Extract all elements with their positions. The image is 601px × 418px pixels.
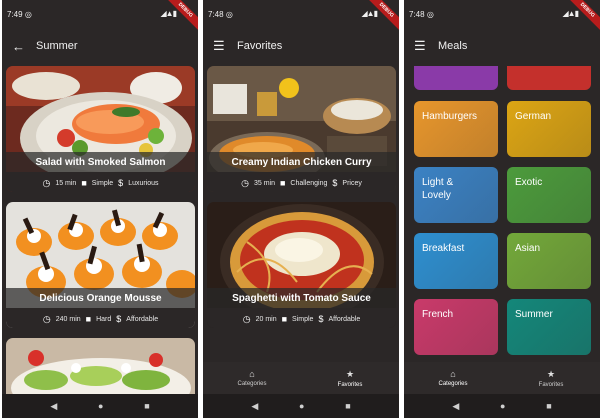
phone-screen-meals: 7:48 ◎ ◢▲▮ DEBUG ☰ Meals ⌂ Categories ★ … (404, 0, 600, 418)
category-label: Asian (515, 243, 541, 254)
category-tile[interactable]: Exotic (507, 167, 591, 223)
page-title: Favorites (237, 40, 283, 52)
home-nav-icon[interactable]: ● (98, 401, 103, 411)
meal-meta: ◷ 15 min ■ Simple $ Luxurious (6, 172, 195, 192)
tab-favorites[interactable]: ★ Favorites (502, 362, 600, 394)
system-navigation-bar: ◀ ● ■ (203, 394, 399, 418)
tab-categories[interactable]: ⌂ Categories (203, 362, 301, 394)
tab-categories[interactable]: ⌂ Categories (404, 362, 502, 394)
menu-icon[interactable]: ☰ (213, 38, 235, 54)
meal-title: Spaghetti with Tomato Sauce (207, 288, 396, 310)
meal-duration: 15 min (55, 179, 77, 187)
category-tile[interactable]: Light & Lovely (414, 167, 498, 223)
meal-title: Delicious Orange Mousse (6, 288, 195, 310)
meal-title: Creamy Indian Chicken Curry (207, 152, 396, 174)
menu-icon[interactable]: ☰ (414, 38, 436, 54)
category-tile[interactable]: Breakfast (414, 233, 498, 289)
meal-duration: 240 min (55, 315, 81, 323)
category-label: Breakfast (422, 243, 465, 254)
meal-duration: 35 min (253, 179, 275, 187)
recents-nav-icon[interactable]: ■ (345, 401, 350, 411)
system-navigation-bar: ◀ ● ■ (404, 394, 600, 418)
clock-icon: ◷ (42, 177, 51, 188)
clock-icon: ◷ (241, 177, 249, 188)
status-time: 7:48 (409, 10, 425, 19)
system-navigation-bar: ◀ ● ■ (2, 394, 198, 418)
category-tile[interactable]: German (507, 101, 591, 157)
tab-label: Favorites (337, 381, 363, 388)
category-tile[interactable]: Summer (507, 299, 591, 355)
category-label: Exotic (515, 177, 543, 188)
app-bar: ← Summer (2, 26, 198, 66)
briefcase-icon: ■ (85, 314, 92, 324)
meal-complexity: Hard (96, 315, 112, 323)
meal-affordability: Pricey (342, 179, 362, 187)
phone-screen-summer: 7:49 ◎ ◢▲▮ DEBUG ← Summer Salad with Smo… (2, 0, 198, 418)
tab-label: Favorites (538, 381, 564, 388)
meal-card[interactable]: Delicious Orange Mousse ◷ 240 min ■ Hard $… (6, 202, 195, 328)
star-icon: ★ (546, 368, 556, 379)
back-nav-icon[interactable]: ◀ (50, 401, 57, 412)
dollar-icon: $ (318, 314, 324, 324)
dollar-icon: $ (332, 178, 338, 188)
app-bar: ☰ Meals (404, 26, 600, 66)
briefcase-icon: ■ (281, 314, 288, 324)
dollar-icon: $ (116, 314, 122, 324)
arrow-left-icon[interactable]: ← (12, 39, 34, 54)
category-label: Summer (515, 309, 553, 320)
meal-image-salad (6, 338, 195, 394)
tab-favorites[interactable]: ★ Favorites (301, 362, 399, 394)
category-tile[interactable]: French (414, 299, 498, 355)
status-time: 7:49 (7, 10, 23, 19)
back-nav-icon[interactable]: ◀ (452, 401, 459, 412)
bottom-navigation: ⌂ Categories ★ Favorites (203, 362, 399, 394)
status-time: 7:48 (208, 10, 224, 19)
category-tile-partial[interactable] (414, 66, 498, 90)
category-tile[interactable]: Asian (507, 233, 591, 289)
home-nav-icon[interactable]: ● (299, 401, 304, 411)
meal-card[interactable]: Creamy Indian Chicken Curry ◷ 35 min ■ Cha… (207, 66, 396, 192)
meal-card[interactable]: Spaghetti with Tomato Sauce ◷ 20 min ■ Sim… (207, 202, 396, 328)
category-label: French (422, 309, 454, 320)
phone-screen-favorites: 7:48 ◎ ◢▲▮ DEBUG ☰ Favorites Creamy Indi… (203, 0, 399, 418)
page-title: Summer (36, 40, 78, 52)
category-tile[interactable]: Hamburgers (414, 101, 498, 157)
bottom-navigation: ⌂ Categories ★ Favorites (404, 362, 600, 394)
meal-meta: ◷ 20 min ■ Simple $ Affordable (207, 308, 396, 328)
briefcase-icon: ■ (81, 178, 87, 188)
category-label: Light & Lovely (422, 177, 454, 201)
meal-meta: ◷ 35 min ■ Challenging $ Pricey (207, 172, 396, 192)
category-label: Hamburgers (422, 111, 478, 122)
star-icon: ★ (345, 368, 355, 379)
page-title: Meals (438, 40, 468, 52)
clock-icon: ◷ (242, 313, 251, 324)
tab-label: Categories (237, 381, 267, 387)
tab-label: Categories (438, 381, 468, 387)
meal-title: Salad with Smoked Salmon (6, 152, 195, 174)
briefcase-icon: ■ (279, 178, 286, 188)
meal-affordability: Affordable (126, 315, 159, 323)
meal-duration: 20 min (255, 315, 277, 323)
category-tile-partial[interactable] (507, 66, 591, 90)
meal-complexity: Simple (91, 179, 114, 187)
category-label: German (515, 111, 552, 122)
home-icon: ⌂ (249, 369, 255, 379)
home-icon: ⌂ (450, 369, 456, 379)
dollar-icon: $ (118, 178, 124, 188)
clock-icon: ◷ (42, 313, 51, 324)
meal-card[interactable] (6, 338, 195, 394)
meal-complexity: Simple (292, 315, 314, 323)
recents-nav-icon[interactable]: ■ (144, 401, 149, 411)
back-nav-icon[interactable]: ◀ (251, 401, 258, 412)
recents-nav-icon[interactable]: ■ (546, 401, 551, 411)
meal-meta: ◷ 240 min ■ Hard $ Affordable (6, 308, 195, 328)
meal-card[interactable]: Salad with Smoked Salmon ◷ 15 min ■ Simple… (6, 66, 195, 192)
meal-affordability: Luxurious (128, 179, 159, 187)
app-bar: ☰ Favorites (203, 26, 399, 66)
meal-complexity: Challenging (290, 179, 328, 187)
home-nav-icon[interactable]: ● (500, 401, 505, 411)
meal-affordability: Affordable (328, 315, 361, 323)
